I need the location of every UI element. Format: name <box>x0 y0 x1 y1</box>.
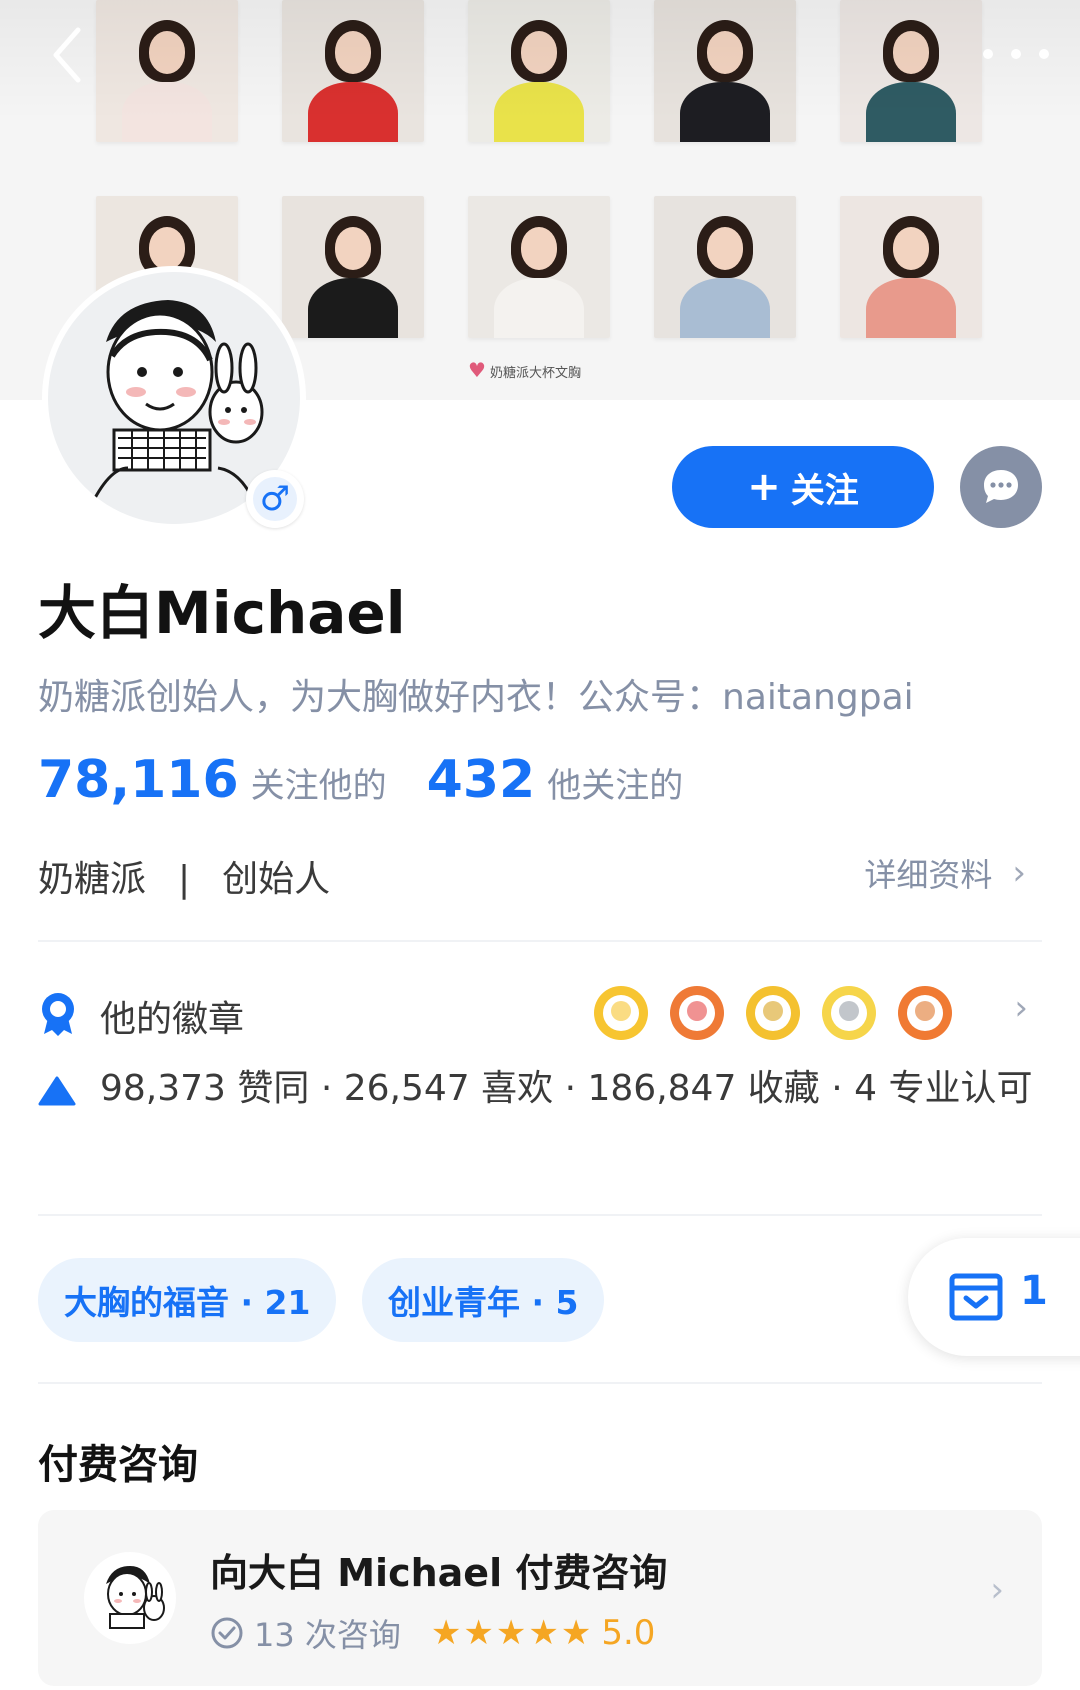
star-icon: ★ <box>430 1613 462 1653</box>
detail-profile-label: 详细资料 <box>864 856 993 894</box>
position-title: 创始人 <box>222 859 331 900</box>
triangle-up-icon <box>38 1076 76 1106</box>
cover-photo <box>468 196 610 338</box>
medal-list <box>594 986 952 1040</box>
chevron-right-icon: › <box>1012 853 1026 893</box>
chat-bubble-icon <box>984 470 1018 503</box>
work-info: 奶糖派 | 创始人 <box>38 850 330 902</box>
badge-ribbon-icon <box>42 993 74 1036</box>
collection-count: 1 <box>1020 1268 1048 1314</box>
collection-float-button[interactable]: 1 <box>908 1238 1080 1356</box>
medal-icon <box>898 986 952 1040</box>
chevron-left-icon <box>53 27 81 83</box>
cover-photo <box>840 196 982 338</box>
profile-name: 大白Michael <box>38 579 406 647</box>
cover-brand-mark: ♥ 奶糖派大杯文胸 <box>468 358 581 382</box>
divider <box>38 940 1042 942</box>
badges-title: 他的徽章 <box>100 999 245 1040</box>
profile-bio: 奶糖派创始人，为大胸做好内衣！公众号：naitangpai <box>38 677 914 718</box>
back-button[interactable] <box>44 22 92 88</box>
chevron-right-icon: › <box>990 1570 1004 1610</box>
follow-stats: 78,116 关注他的 432 他关注的 <box>38 750 683 810</box>
badges-row[interactable]: 他的徽章 › <box>38 982 1042 1042</box>
heart-icon: ♥ <box>468 358 486 382</box>
column-tag[interactable]: 创业青年 · 5 <box>362 1258 605 1342</box>
check-circle-icon <box>211 1617 243 1649</box>
message-button[interactable] <box>960 446 1042 528</box>
followers-count[interactable]: 78,116 <box>38 750 239 810</box>
rating-value: 5.0 <box>601 1613 656 1653</box>
cover-gradient <box>0 0 1080 120</box>
rating-stars: ★ ★ ★ ★ ★ <box>431 1616 591 1650</box>
divider <box>38 1382 1042 1384</box>
medal-icon <box>594 986 648 1040</box>
following-count[interactable]: 432 <box>427 750 536 810</box>
more-dots-icon <box>983 49 1049 59</box>
achievements-text: 98,373 赞同 · 26,547 喜欢 · 186,847 收藏 · 4 专… <box>100 1068 1033 1109</box>
plus-icon: + <box>747 464 781 510</box>
divider <box>38 1214 1042 1216</box>
medal-icon <box>746 986 800 1040</box>
following-label[interactable]: 他关注的 <box>547 758 683 807</box>
consult-section-title: 付费咨询 <box>38 1442 198 1488</box>
detail-profile-link[interactable]: 详细资料 › <box>864 850 1026 896</box>
followers-label[interactable]: 关注他的 <box>251 758 387 807</box>
male-icon: ♂ <box>253 477 297 521</box>
star-icon: ★ <box>560 1613 592 1653</box>
star-icon: ★ <box>495 1613 527 1653</box>
star-icon: ★ <box>463 1613 494 1653</box>
consult-avatar <box>84 1552 176 1644</box>
more-button[interactable] <box>976 32 1056 76</box>
gender-badge: ♂ <box>246 470 304 528</box>
company-name: 奶糖派 <box>38 859 147 900</box>
medal-icon <box>670 986 724 1040</box>
follow-button[interactable]: + 关注 <box>672 446 934 528</box>
consult-title: 向大白 Michael 付费咨询 <box>210 1551 668 1595</box>
column-tag[interactable]: 大胸的福音 · 21 <box>38 1258 337 1342</box>
cover-photo <box>282 196 424 338</box>
chevron-right-icon: › <box>1014 988 1028 1028</box>
star-icon: ★ <box>528 1613 559 1653</box>
inbox-icon <box>949 1273 1003 1321</box>
consult-meta: 13 次咨询 ★ ★ ★ ★ ★ 5.0 <box>210 1610 655 1656</box>
consult-count: 13 次咨询 <box>254 1616 401 1654</box>
medal-icon <box>822 986 876 1040</box>
consult-card[interactable]: 向大白 Michael 付费咨询 13 次咨询 ★ ★ ★ ★ ★ 5.0 › <box>38 1510 1042 1686</box>
work-separator: | <box>178 859 191 900</box>
follow-label: 关注 <box>790 470 859 511</box>
cover-photo <box>654 196 796 338</box>
